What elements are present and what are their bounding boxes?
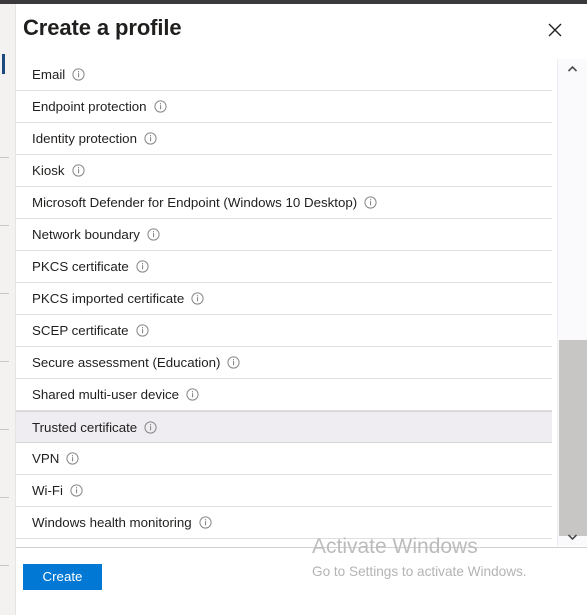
background-tick: [0, 225, 9, 226]
list-item[interactable]: Windows health monitoring: [16, 507, 552, 539]
list-item[interactable]: Network boundary: [16, 219, 552, 251]
list-item-label: Endpoint protection: [32, 99, 147, 114]
list-item-label: Secure assessment (Education): [32, 355, 221, 370]
dialog-footer: Create: [16, 548, 587, 615]
info-icon[interactable]: [135, 324, 149, 337]
list-item-label: PKCS certificate: [32, 259, 129, 274]
scroll-up-arrow-icon[interactable]: [558, 59, 587, 78]
info-icon[interactable]: [72, 68, 85, 81]
list-scrollbar[interactable]: [557, 59, 587, 546]
scroll-down-arrow-icon[interactable]: [558, 527, 587, 546]
page-title: Create a profile: [23, 15, 182, 40]
info-icon[interactable]: [199, 516, 212, 529]
list-item[interactable]: Shared multi-user device: [16, 379, 552, 411]
background-page-sliver: [0, 4, 16, 615]
list-item-label: Trusted certificate: [32, 419, 138, 435]
close-icon[interactable]: [539, 14, 571, 46]
list-item[interactable]: PKCS imported certificate: [16, 283, 552, 315]
background-tick: [0, 429, 9, 430]
list-item-label: Windows health monitoring: [32, 515, 192, 530]
info-icon[interactable]: [191, 292, 204, 305]
list-item-label: Email: [32, 67, 66, 82]
info-icon[interactable]: [66, 452, 79, 465]
info-icon[interactable]: [136, 260, 149, 273]
info-icon[interactable]: [144, 132, 157, 145]
list-item-label: SCEP certificate: [32, 323, 129, 338]
list-item-label: Kiosk: [32, 163, 65, 178]
info-icon[interactable]: [147, 228, 160, 241]
list-item[interactable]: Endpoint protection: [16, 91, 552, 123]
info-icon[interactable]: [70, 484, 83, 497]
info-icon[interactable]: [71, 164, 85, 177]
info-icon[interactable]: [144, 420, 157, 434]
background-accent-bar: [2, 54, 5, 74]
scrollbar-thumb[interactable]: [559, 340, 587, 536]
list-item-label: Wi-Fi: [32, 483, 64, 498]
background-tick: [0, 293, 9, 294]
list-item-label: VPN: [32, 451, 60, 466]
list-item[interactable]: Email: [16, 59, 552, 91]
create-button[interactable]: Create: [23, 564, 102, 590]
list-item[interactable]: Wi-Fi: [16, 475, 552, 507]
list-item-label: Shared multi-user device: [32, 387, 180, 402]
dialog-header: Create a profile: [16, 4, 587, 59]
background-tick: [0, 361, 9, 362]
list-item-label: Network boundary: [32, 227, 140, 242]
list-item-label: PKCS imported certificate: [32, 291, 185, 306]
list-item[interactable]: VPN: [16, 443, 552, 475]
list-item[interactable]: PKCS certificate: [16, 251, 552, 283]
info-icon[interactable]: [227, 356, 241, 369]
list-item[interactable]: Kiosk: [16, 155, 552, 187]
info-icon[interactable]: [153, 100, 167, 113]
background-tick: [0, 157, 9, 158]
list-item[interactable]: Microsoft Defender for Endpoint (Windows…: [16, 187, 552, 219]
info-icon[interactable]: [186, 388, 199, 401]
list-item-label: Identity protection: [32, 131, 137, 146]
list-item[interactable]: SCEP certificate: [16, 315, 552, 347]
list-item-label: Microsoft Defender for Endpoint (Windows…: [32, 195, 358, 210]
list-item[interactable]: Secure assessment (Education): [16, 347, 552, 379]
background-tick: [0, 497, 9, 498]
create-profile-dialog: Create a profile Email Endpoint protectio…: [16, 4, 587, 615]
profile-type-list: Email Endpoint protection Identity protect…: [16, 59, 552, 539]
background-tick: [0, 565, 9, 566]
profile-type-list-region: Email Endpoint protection Identity protect…: [16, 59, 587, 546]
list-item[interactable]: Identity protection: [16, 123, 552, 155]
info-icon[interactable]: [364, 196, 377, 209]
list-item[interactable]: Trusted certificate: [16, 411, 552, 443]
